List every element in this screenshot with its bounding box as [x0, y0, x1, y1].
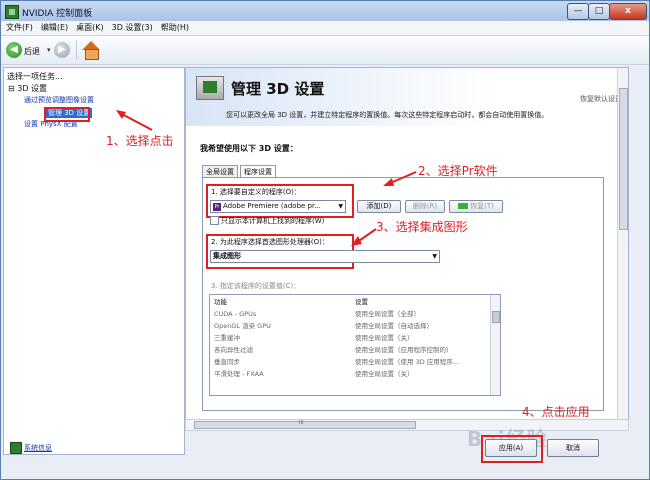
chevron-down-icon: ▼ — [432, 253, 437, 260]
nvidia-app-icon — [5, 5, 19, 19]
system-info-link[interactable]: 系统信息 — [24, 443, 52, 453]
restore-program-label: 恢复(T) — [470, 202, 494, 210]
cancel-button[interactable]: 取消 — [547, 439, 599, 457]
window-title: NVIDIA 控制面板 — [22, 9, 93, 19]
minimize-button[interactable]: — — [567, 3, 589, 20]
menu-file[interactable]: 文件(F) — [1, 21, 37, 35]
tree-root-3d-settings[interactable]: ⊟ 3D 设置 — [8, 83, 47, 94]
restore-program-button[interactable]: 恢复(T) — [449, 200, 503, 213]
horizontal-scroll-thumb[interactable]: III — [194, 420, 416, 429]
add-program-button[interactable]: 添加(D) — [357, 200, 401, 213]
row-setting: 使用全局设置（自动选择） — [355, 322, 433, 330]
settings-table[interactable]: 功能 设置 CUDA - GPUs 使用全局设置（全部） OpenGL 渲染 GPU… — [209, 294, 501, 396]
annotation-arrow-2 — [383, 171, 417, 186]
task-header: 选择一项任务... — [7, 72, 63, 81]
row-setting: 使用全局设置（关） — [355, 334, 414, 342]
table-scrollbar[interactable] — [490, 295, 500, 395]
header-setting: 设置 — [355, 298, 368, 306]
annotation-step-4: 4、点击应用 — [522, 405, 590, 419]
gpu-select-value: 集成图形 — [213, 252, 241, 260]
toolbar-separator — [76, 41, 77, 59]
step3-label: 3. 指定该程序的设置值(C)： — [211, 282, 301, 290]
step2-label: 2. 为此程序选择首选图形处理器(O)： — [211, 238, 329, 246]
program-select-value: Adobe Premiere (adobe pr... — [223, 202, 321, 210]
annotation-step-3: 3、选择集成图形 — [376, 220, 468, 234]
main-pane: 管理 3D 设置 恢复默认设置 您可以更改全局 3D 设置，并建立特定程序的置换… — [185, 67, 629, 421]
bottom-bar: Bai经验 应用(A) 取消 — [185, 427, 627, 463]
program-settings-panel: 1. 选择要自定义的程序(O)： Pr Adobe Premiere (adobe… — [202, 177, 604, 411]
close-button[interactable]: x — [609, 3, 647, 20]
gpu-select[interactable]: 集成图形 ▼ — [210, 250, 440, 263]
row-feature: 各向异性过滤 — [214, 346, 253, 354]
annotation-box-1 — [44, 107, 90, 122]
apply-button[interactable]: 应用(A) — [485, 439, 537, 457]
program-select[interactable]: Pr Adobe Premiere (adobe pr... ▼ — [210, 200, 346, 213]
annotation-step-2: 2、选择Pr软件 — [418, 164, 498, 178]
main-horizontal-scrollbar[interactable]: III — [185, 419, 629, 431]
header-feature: 功能 — [214, 298, 227, 306]
row-setting: 使用全局设置（全部） — [355, 310, 420, 318]
menu-edit[interactable]: 编辑(E) — [37, 21, 72, 35]
row-setting: 使用全局设置（关） — [355, 370, 414, 378]
settings-tabs: 全局设置 程序设置 1. 选择要自定义的程序(O)： Pr Adobe Premi… — [200, 165, 615, 411]
table-row[interactable]: 三重缓冲 使用全局设置（关） — [210, 333, 490, 343]
system-info-icon — [10, 442, 22, 454]
annotation-arrow-1 — [116, 110, 153, 131]
scroll-grip: III — [299, 420, 304, 426]
table-row[interactable]: 平滑处理 - FXAA 使用全局设置（关） — [210, 369, 490, 379]
table-row[interactable]: CUDA - GPUs 使用全局设置（全部） — [210, 309, 490, 319]
table-header-row: 功能 设置 — [210, 297, 490, 307]
step1-label: 1. 选择要自定义的程序(O)： — [211, 188, 301, 196]
section-heading: 我希望使用以下 3D 设置： — [200, 144, 298, 153]
menu-bar: 文件(F) 编辑(E) 桌面(K) 3D 设置(3) 帮助(H) — [1, 21, 649, 36]
table-row[interactable]: 各向异性过滤 使用全局设置（应用程序控制的） — [210, 345, 490, 355]
page-description: 您可以更改全局 3D 设置，并建立特定程序的置换值。每次这些特定程序启动时，都会… — [226, 111, 549, 119]
row-feature: CUDA - GPUs — [214, 310, 257, 318]
row-setting: 使用全局设置（应用程序控制的） — [355, 346, 453, 354]
only-show-checkbox[interactable] — [210, 216, 219, 225]
3d-settings-icon — [196, 76, 224, 100]
back-label[interactable]: 后退 — [24, 46, 40, 57]
remove-program-button[interactable]: 删除(R) — [405, 200, 445, 213]
table-scroll-thumb[interactable] — [492, 311, 500, 323]
task-pane: 选择一项任务... ⊟ 3D 设置 通过预览调整图像设置 管理 3D 设置 设置… — [3, 67, 185, 455]
title-bar: NVIDIA 控制面板 — □ x — [1, 1, 649, 21]
restore-chip-icon — [458, 203, 469, 209]
forward-arrow-icon[interactable]: ▶ — [54, 42, 70, 58]
row-feature: 垂直同步 — [214, 358, 240, 366]
page-banner: 管理 3D 设置 恢复默认设置 您可以更改全局 3D 设置，并建立特定程序的置换… — [186, 68, 628, 126]
annotation-arrow-3 — [351, 228, 377, 246]
menu-desktop[interactable]: 桌面(K) — [72, 21, 108, 35]
premiere-icon: Pr — [213, 203, 221, 211]
page-title: 管理 3D 设置 — [231, 80, 325, 98]
row-feature: OpenGL 渲染 GPU — [214, 322, 271, 330]
home-icon[interactable] — [82, 41, 100, 60]
menu-3d-settings[interactable]: 3D 设置(3) — [108, 21, 157, 35]
only-show-label: 只显示本计算机上找到的程序(W) — [221, 217, 325, 225]
table-row[interactable]: 垂直同步 使用全局设置（使用 3D 应用程序... — [210, 357, 490, 367]
row-setting: 使用全局设置（使用 3D 应用程序... — [355, 358, 459, 366]
tree-item-adjust-image[interactable]: 通过预览调整图像设置 — [24, 95, 94, 105]
toolbar: ◀ 后退 ▾ ▶ — [1, 36, 649, 65]
back-dropdown-icon[interactable]: ▾ — [47, 46, 51, 54]
maximize-button[interactable]: □ — [588, 3, 610, 20]
main-vertical-scrollbar[interactable] — [617, 68, 628, 420]
row-feature: 平滑处理 - FXAA — [214, 370, 264, 378]
back-arrow-icon[interactable]: ◀ — [6, 42, 22, 58]
row-feature: 三重缓冲 — [214, 334, 240, 342]
main-scroll-thumb[interactable] — [619, 88, 628, 230]
chevron-down-icon: ▼ — [338, 203, 343, 210]
annotation-step-1: 1、选择点击 — [106, 134, 174, 148]
table-row[interactable]: OpenGL 渲染 GPU 使用全局设置（自动选择） — [210, 321, 490, 331]
nvidia-control-panel-window: NVIDIA 控制面板 — □ x 文件(F) 编辑(E) 桌面(K) 3D 设置(3… — [0, 0, 650, 480]
menu-help[interactable]: 帮助(H) — [157, 21, 193, 35]
restore-defaults-link[interactable]: 恢复默认设置 — [580, 94, 622, 104]
